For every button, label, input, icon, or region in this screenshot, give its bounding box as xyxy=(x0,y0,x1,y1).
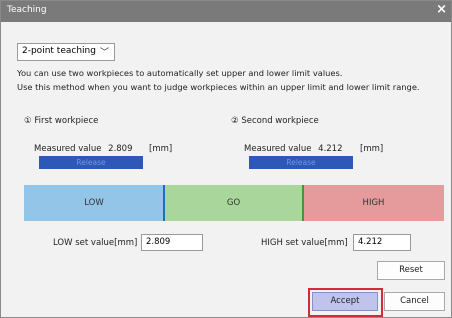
second-measured-number: 4.212 xyxy=(318,144,343,154)
go-range: GO xyxy=(164,185,303,221)
second-release-button[interactable]: Release xyxy=(249,156,353,169)
high-set-value-label: HIGH set value[mm] xyxy=(261,238,348,248)
description-line-1: You can use two workpieces to automatica… xyxy=(17,68,343,78)
high-set-value-text: 4.212 xyxy=(358,237,383,247)
teaching-mode-value: 2-point teaching xyxy=(22,46,96,56)
high-range: HIGH xyxy=(303,185,444,221)
title-bar: Teaching × xyxy=(1,1,451,22)
teaching-mode-dropdown[interactable]: 2-point teaching ﹀ xyxy=(17,43,115,61)
description-line-2: Use this method when you want to judge w… xyxy=(17,82,420,92)
reset-button[interactable]: Reset xyxy=(377,261,445,280)
high-set-value-input[interactable]: 4.212 xyxy=(353,234,411,251)
second-workpiece-heading: ② Second workpiece xyxy=(231,116,319,126)
second-measured-label: Measured value xyxy=(244,144,312,154)
low-set-value-label: LOW set value[mm] xyxy=(53,238,138,248)
first-unit: [mm] xyxy=(149,144,173,154)
chevron-down-icon: ﹀ xyxy=(99,48,109,58)
first-measured-label: Measured value xyxy=(34,144,102,154)
second-measured-value: Measured value 4.212 xyxy=(244,144,343,154)
low-range: LOW xyxy=(24,185,164,221)
first-release-button[interactable]: Release xyxy=(39,156,143,169)
cancel-button[interactable]: Cancel xyxy=(384,292,445,311)
low-set-value-input[interactable]: 2.809 xyxy=(141,234,203,251)
low-set-value-text: 2.809 xyxy=(146,237,171,247)
high-limit-marker xyxy=(302,185,304,221)
dialog-title: Teaching xyxy=(7,5,47,15)
low-limit-marker xyxy=(163,185,165,221)
first-measured-value: Measured value 2.809 xyxy=(34,144,133,154)
teaching-dialog: Teaching × 2-point teaching ﹀ You can us… xyxy=(0,0,452,318)
close-icon[interactable]: × xyxy=(436,3,447,17)
accept-button[interactable]: Accept xyxy=(312,292,378,311)
first-workpiece-heading: ① First workpiece xyxy=(24,116,99,126)
second-unit: [mm] xyxy=(360,144,384,154)
first-measured-number: 2.809 xyxy=(108,144,133,154)
